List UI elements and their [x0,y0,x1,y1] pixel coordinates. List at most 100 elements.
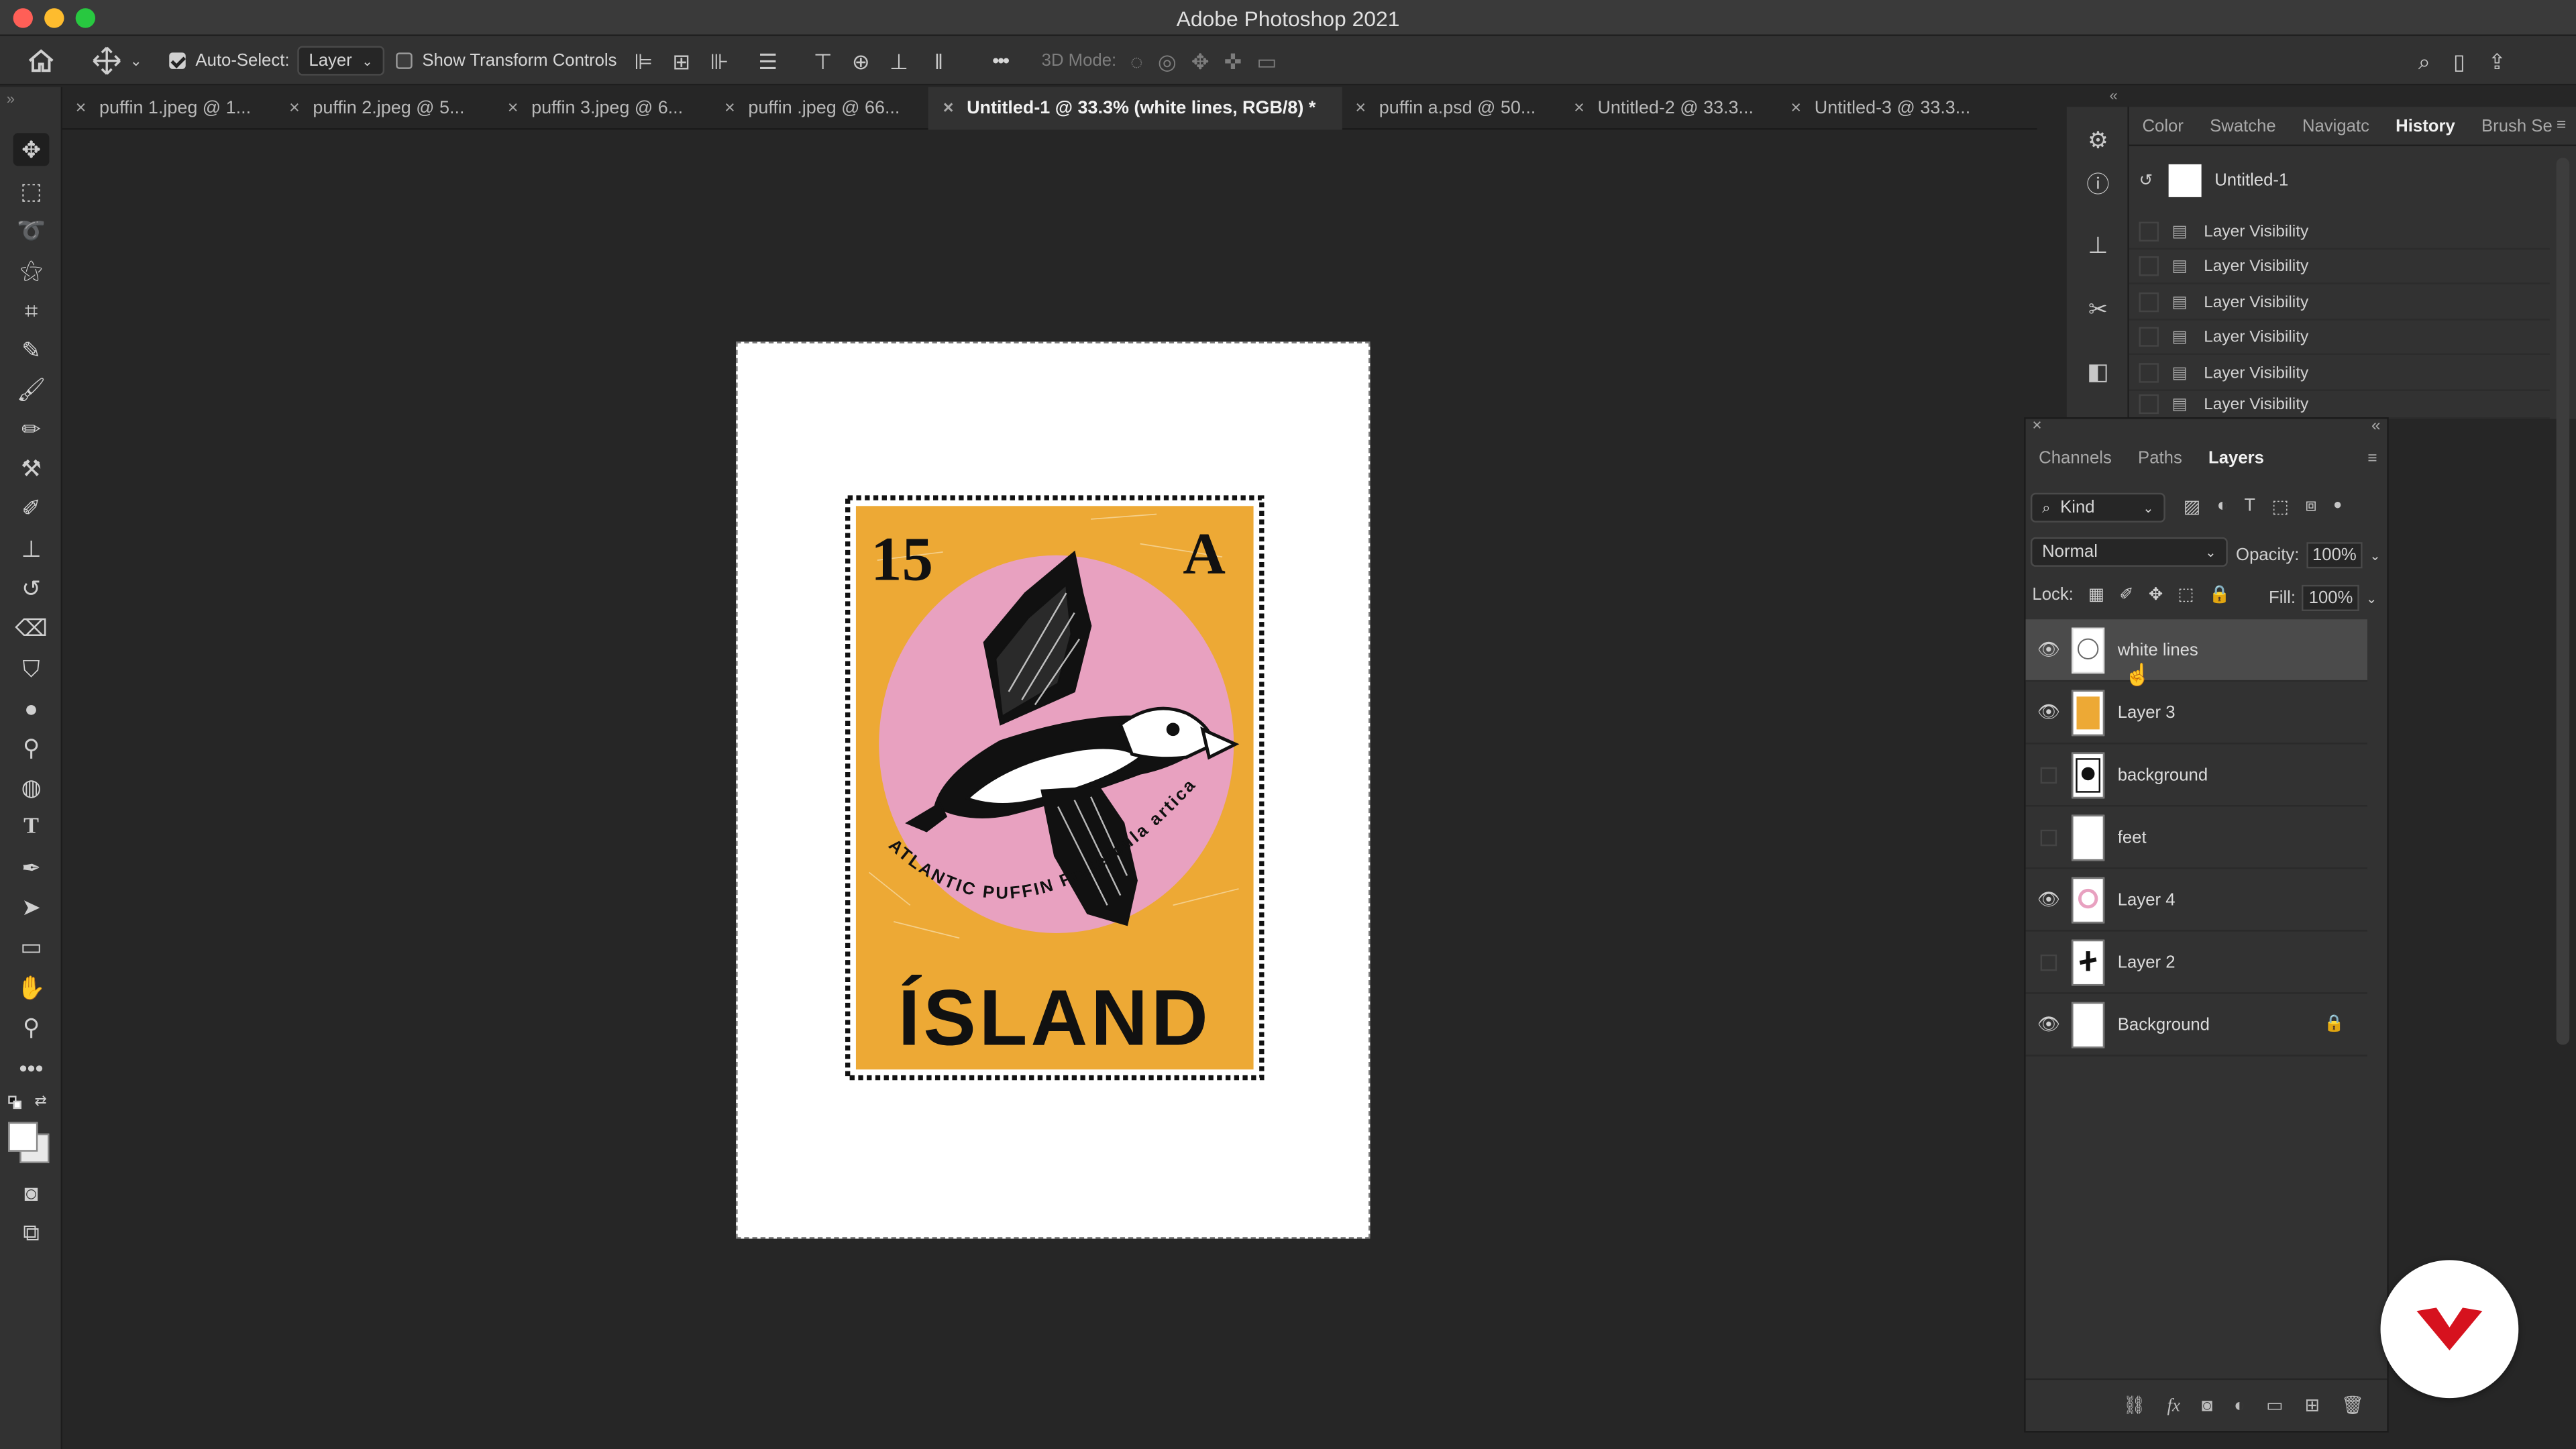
edit-toolbar-button[interactable]: ••• [13,1051,50,1084]
layer-filter-dropdown[interactable]: ⌕ Kind ⌄ [2030,492,2165,523]
new-layer-icon[interactable]: ⊞ [2304,1395,2320,1416]
visibility-eye-icon[interactable]: 👁 [2026,889,2072,910]
quick-mask-button[interactable]: ◙ [13,1176,50,1209]
layer-row-white-lines[interactable]: 👁 white lines [2025,619,2367,682]
move-tool-preset-button[interactable]: ⌄ [92,36,142,85]
workspace-icon[interactable]: ▯ [2453,50,2465,72]
hand-tool[interactable]: ✋ [13,971,50,1004]
visibility-eye-icon[interactable]: 👁 [2026,1014,2072,1034]
visibility-eye-icon[interactable]: 👁 [2026,639,2072,660]
visibility-toggle-empty[interactable] [2026,828,2072,846]
link-layers-icon[interactable]: ⛓ [2123,1395,2146,1416]
move-tool[interactable]: ✥ [13,133,50,166]
history-step[interactable]: ▤ Layer Visibility [2129,321,2550,355]
align-left-edges-icon[interactable]: ⊫ [634,50,653,72]
chevron-down-icon[interactable]: ⌄ [2366,590,2377,605]
pencil-tool[interactable]: ✏ [13,413,50,445]
filter-shape-icon[interactable]: ⬚ [2271,496,2288,517]
fill-input[interactable]: 100% [2302,584,2360,612]
close-tab-icon[interactable]: × [1574,99,1585,118]
rectangle-tool[interactable]: ▭ [13,930,50,963]
tab-puffin-3[interactable]: × puffin 3.jpeg @ 6... [508,87,715,130]
close-tab-icon[interactable]: × [1790,99,1801,118]
layer-row-background-art[interactable]: background [2025,744,2367,807]
filter-type-icon[interactable]: T [2244,496,2255,518]
delete-layer-icon[interactable]: 🗑 [2341,1395,2364,1416]
close-tab-icon[interactable]: × [289,99,300,118]
history-step[interactable]: ▤ Layer Visibility [2129,356,2550,391]
history-step[interactable]: ▤ Layer Visibility [2129,391,2550,419]
properties-panel-button[interactable]: ⚙ [2080,121,2116,158]
layer-row-feet[interactable]: feet [2025,806,2367,869]
foreground-color-swatch[interactable] [8,1122,38,1152]
info-panel-button[interactable]: ⓘ [2080,166,2116,202]
type-tool[interactable]: T [13,812,50,845]
layer-row-layer-4[interactable]: 👁 Layer 4 [2025,869,2367,932]
tab-history[interactable]: History [2383,116,2469,136]
tab-puffin[interactable]: × puffin .jpeg @ 66... [724,87,932,130]
auto-select-target-dropdown[interactable]: Layer ⌄ [297,46,384,76]
recording-badge[interactable] [2380,1260,2519,1399]
share-icon[interactable]: ⇪ [2488,50,2506,72]
new-group-icon[interactable]: ▭ [2266,1395,2283,1416]
layer-row-layer-3[interactable]: 👁 Layer 3 [2025,682,2367,745]
tab-paths[interactable]: Paths [2125,449,2195,468]
mixer-brush-tool[interactable]: ⚒ [13,451,50,484]
lock-position-icon[interactable]: ✥ [2149,584,2163,604]
tab-puffin-2[interactable]: × puffin 2.jpeg @ 5... [289,87,496,130]
align-right-edges-icon[interactable]: ⊪ [710,50,729,72]
tab-untitled-3[interactable]: × Untitled-3 @ 33.3... [1790,87,1998,130]
path-selection-tool[interactable]: ➤ [13,890,50,923]
layer-row-background[interactable]: 👁 Background 🔒 [2025,994,2367,1057]
visibility-eye-icon[interactable]: 👁 [2026,702,2072,722]
healing-brush-tool[interactable]: 🖌 [13,373,50,406]
filter-smart-object-icon[interactable]: ⧈ [2305,496,2316,518]
chevron-down-icon[interactable]: ⌄ [2369,548,2380,563]
swap-colors-icon[interactable]: ⇄ [34,1093,46,1111]
clone-stamp-tool[interactable]: ⊥ [13,532,50,565]
orbit-3d-icon[interactable]: ◌ [1130,50,1143,72]
close-tab-icon[interactable]: × [508,99,519,118]
tool-presets-panel-button[interactable]: ✂ [2080,290,2116,327]
zoom-tool[interactable]: ⚲ [13,1010,50,1043]
visibility-toggle-empty[interactable] [2026,953,2072,971]
layer-row-layer-2[interactable]: Layer 2 [2025,932,2367,994]
tab-puffin-1[interactable]: × puffin 1.jpeg @ 1... [72,87,280,130]
collapse-panel-icon[interactable]: « [2371,417,2381,435]
align-bottom-edges-icon[interactable]: ⊥ [890,50,908,72]
more-options-button[interactable]: ••• [992,36,1010,85]
align-vertical-centers-icon[interactable]: ⊕ [852,50,870,72]
panel-menu-icon[interactable]: ≡ [2367,449,2377,468]
close-tab-icon[interactable]: × [724,99,735,118]
history-brush-tool[interactable]: ↺ [13,572,50,604]
history-snapshot[interactable]: ↺ Untitled-1 [2129,160,2576,203]
camera-3d-icon[interactable]: ▭ [1256,50,1277,72]
screen-mode-button[interactable]: ⧉ [13,1216,50,1248]
history-brush-source-icon[interactable]: ↺ [2139,172,2159,190]
roll-3d-icon[interactable]: ◎ [1158,50,1177,72]
lock-transparent-pixels-icon[interactable]: ▦ [2088,584,2104,604]
layer-style-icon[interactable]: fx [2167,1395,2180,1415]
show-transform-controls-checkbox[interactable] [396,52,413,69]
history-step[interactable]: ▤ Layer Visibility [2129,286,2550,321]
home-button[interactable] [26,36,56,85]
distribute-horizontally-icon[interactable]: ‖ [934,50,943,72]
tab-layers[interactable]: Layers [2195,449,2277,468]
history-step[interactable]: ▤ Layer Visibility [2129,250,2550,284]
tab-swatches[interactable]: Swatche [2197,116,2290,136]
panel-menu-icon[interactable]: ≡ [2557,117,2566,135]
close-tab-icon[interactable]: × [1355,99,1366,118]
marquee-tool[interactable]: ⬚ [13,174,50,207]
close-panel-icon[interactable]: × [2032,417,2041,435]
lock-all-icon[interactable]: 🔒 [2209,583,2231,604]
slide-3d-icon[interactable]: ✜ [1224,50,1242,72]
dodge-tool[interactable]: ⚲ [13,731,50,764]
canvas-area[interactable]: 15 A ATLANTIC PUFFIN Fratercula artica Í… [62,131,2037,1449]
paint-bucket-tool[interactable]: ⛉ [13,652,50,685]
opacity-input[interactable]: 100% [2306,542,2363,569]
eyedropper-tool[interactable]: ✎ [13,333,50,366]
tab-channels[interactable]: Channels [2026,449,2125,468]
distribute-vertically-icon[interactable]: ☰ [758,50,777,72]
close-tab-icon[interactable]: × [76,99,87,118]
auto-select-checkbox[interactable] [169,52,186,69]
